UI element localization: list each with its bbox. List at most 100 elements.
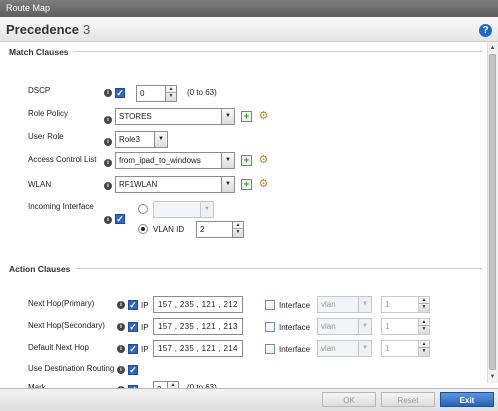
next-hop-secondary-info-icon[interactable]: i — [117, 323, 125, 331]
next-hop-secondary-ip-label: IP — [141, 323, 149, 332]
chevron-up-icon[interactable]: ▲ — [419, 319, 429, 326]
acl-select[interactable]: from_ipad_to_windows — [115, 152, 222, 169]
role-policy-select[interactable]: STORES — [115, 108, 222, 125]
vlan-id-label: VLAN ID — [153, 225, 185, 234]
action-clauses-divider — [76, 268, 482, 269]
next-hop-primary-interface-dropdown-icon[interactable]: ▼ — [359, 296, 372, 313]
scrollbar-thumb[interactable] — [489, 54, 496, 370]
chevron-down-icon[interactable]: ▼ — [233, 229, 243, 236]
default-next-hop-interface-stepper[interactable]: ▲ ▼ — [419, 340, 430, 357]
reset-button[interactable]: Reset — [381, 392, 435, 407]
wlan-select[interactable]: RF1WLAN — [115, 176, 222, 193]
wlan-label: WLAN — [28, 180, 52, 189]
wlan-dropdown-icon[interactable]: ▼ — [222, 176, 235, 193]
wlan-add-icon[interactable] — [241, 179, 252, 190]
scroll-up-arrow-icon[interactable]: ▲ — [488, 44, 497, 53]
dscp-label: DSCP — [28, 86, 51, 95]
window-title-bar: Route Map — [0, 0, 498, 17]
vlan-id-radio[interactable] — [138, 224, 148, 234]
next-hop-primary-interface-stepper[interactable]: ▲ ▼ — [419, 296, 430, 313]
next-hop-secondary-checkbox[interactable] — [128, 322, 138, 332]
incoming-interface-dropdown-icon[interactable]: ▼ — [201, 201, 214, 218]
next-hop-secondary-interface-select[interactable]: vlan — [317, 318, 359, 335]
wlan-gear-icon[interactable]: ⚙ — [258, 179, 269, 190]
role-policy-info-icon[interactable]: i — [104, 116, 112, 124]
user-role-info-icon[interactable]: i — [104, 138, 112, 146]
incoming-interface-checkbox[interactable] — [115, 214, 125, 224]
chevron-down-icon[interactable]: ▼ — [419, 326, 429, 333]
dscp-input[interactable]: 0 — [136, 85, 166, 102]
next-hop-secondary-ip-input[interactable]: 157 , 235 , 121 , 213 — [153, 318, 243, 335]
chevron-down-icon[interactable]: ▼ — [166, 93, 176, 100]
user-role-label: User Role — [28, 132, 64, 141]
default-next-hop-info-icon[interactable]: i — [117, 345, 125, 353]
vlan-id-stepper[interactable]: ▲ ▼ — [233, 221, 244, 238]
default-next-hop-label: Default Next Hop — [28, 343, 89, 352]
vlan-id-input[interactable]: 2 — [196, 221, 233, 238]
next-hop-primary-ip-label: IP — [141, 301, 149, 310]
acl-label: Access Control List — [28, 155, 97, 164]
default-next-hop-interface-checkbox[interactable] — [265, 344, 275, 354]
incoming-interface-select[interactable] — [153, 201, 201, 218]
next-hop-secondary-interface-checkbox[interactable] — [265, 322, 275, 332]
incoming-interface-info-icon[interactable]: i — [104, 216, 112, 224]
match-clauses-divider — [73, 51, 482, 52]
dscp-info-icon[interactable]: i — [104, 89, 112, 97]
next-hop-primary-ip-input[interactable]: 157 , 235 , 121 , 212 — [153, 296, 243, 313]
page-title: Precedence 3 — [6, 22, 90, 37]
next-hop-secondary-interface-stepper[interactable]: ▲ ▼ — [419, 318, 430, 335]
precedence-value: 3 — [83, 22, 91, 37]
next-hop-primary-label: Next Hop(Primary) — [28, 299, 95, 308]
next-hop-primary-interface-label: Interface — [279, 301, 311, 310]
default-next-hop-ip-label: IP — [141, 345, 149, 354]
next-hop-secondary-label: Next Hop(Secondary) — [28, 321, 105, 330]
default-next-hop-interface-select[interactable]: vlan — [317, 340, 359, 357]
incoming-interface-label: Incoming Interface — [28, 202, 94, 211]
chevron-up-icon[interactable]: ▲ — [233, 222, 243, 229]
next-hop-primary-interface-select[interactable]: vlan — [317, 296, 359, 313]
default-next-hop-interface-dropdown-icon[interactable]: ▼ — [359, 340, 372, 357]
user-role-dropdown-icon[interactable]: ▼ — [155, 131, 168, 148]
role-policy-gear-icon[interactable]: ⚙ — [258, 111, 269, 122]
action-clauses-title: Action Clauses — [9, 264, 71, 274]
use-dest-routing-checkbox[interactable] — [128, 365, 138, 375]
acl-dropdown-icon[interactable]: ▼ — [222, 152, 235, 169]
acl-info-icon[interactable]: i — [104, 159, 112, 167]
next-hop-secondary-interface-number[interactable]: 1 — [381, 318, 419, 335]
default-next-hop-interface-number[interactable]: 1 — [381, 340, 419, 357]
use-dest-routing-info-icon[interactable]: i — [117, 366, 125, 374]
wlan-info-icon[interactable]: i — [104, 182, 112, 190]
chevron-up-icon[interactable]: ▲ — [419, 297, 429, 304]
dscp-checkbox[interactable] — [115, 88, 125, 98]
role-policy-dropdown-icon[interactable]: ▼ — [222, 108, 235, 125]
scroll-down-arrow-icon[interactable]: ▼ — [488, 373, 497, 382]
match-clauses-title: Match Clauses — [9, 47, 69, 57]
next-hop-primary-interface-checkbox[interactable] — [265, 300, 275, 310]
next-hop-secondary-interface-dropdown-icon[interactable]: ▼ — [359, 318, 372, 335]
exit-button[interactable]: Exit — [440, 392, 494, 407]
role-policy-label: Role Policy — [28, 109, 69, 118]
next-hop-secondary-interface-label: Interface — [279, 323, 311, 332]
role-policy-add-icon[interactable] — [241, 111, 252, 122]
dscp-stepper[interactable]: ▲ ▼ — [166, 85, 177, 102]
help-icon[interactable]: ? — [479, 24, 492, 37]
ok-button[interactable]: OK — [322, 392, 376, 407]
next-hop-primary-checkbox[interactable] — [128, 300, 138, 310]
user-role-select[interactable]: Role3 — [115, 131, 155, 148]
next-hop-primary-interface-number[interactable]: 1 — [381, 296, 419, 313]
acl-add-icon[interactable] — [241, 155, 252, 166]
chevron-down-icon[interactable]: ▼ — [419, 348, 429, 355]
next-hop-primary-info-icon[interactable]: i — [117, 301, 125, 309]
interface-radio[interactable] — [138, 204, 148, 214]
dscp-range-hint: (0 to 63) — [187, 88, 217, 97]
chevron-up-icon[interactable]: ▲ — [419, 341, 429, 348]
page-title-label: Precedence — [6, 22, 79, 37]
chevron-up-icon[interactable]: ▲ — [166, 86, 176, 93]
default-next-hop-ip-input[interactable]: 157 , 235 , 121 , 214 — [153, 340, 243, 357]
use-dest-routing-label: Use Destination Routing — [28, 364, 115, 373]
default-next-hop-checkbox[interactable] — [128, 344, 138, 354]
window-title: Route Map — [6, 3, 51, 13]
default-next-hop-interface-label: Interface — [279, 345, 311, 354]
chevron-down-icon[interactable]: ▼ — [419, 304, 429, 311]
acl-gear-icon[interactable]: ⚙ — [258, 155, 269, 166]
